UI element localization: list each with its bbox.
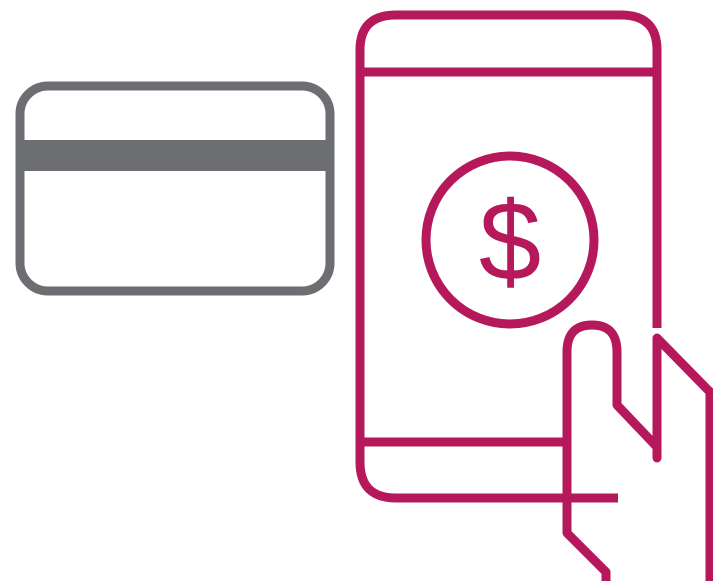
hand-icon <box>562 320 713 581</box>
card-magnetic-stripe <box>22 140 328 171</box>
dollar-sign-icon: $ <box>479 179 541 304</box>
credit-card-icon <box>15 81 335 296</box>
payment-illustration: $ <box>15 10 713 581</box>
card-body <box>15 81 335 296</box>
smartphone-icon: $ <box>355 10 662 503</box>
finger-and-hand <box>562 320 713 581</box>
